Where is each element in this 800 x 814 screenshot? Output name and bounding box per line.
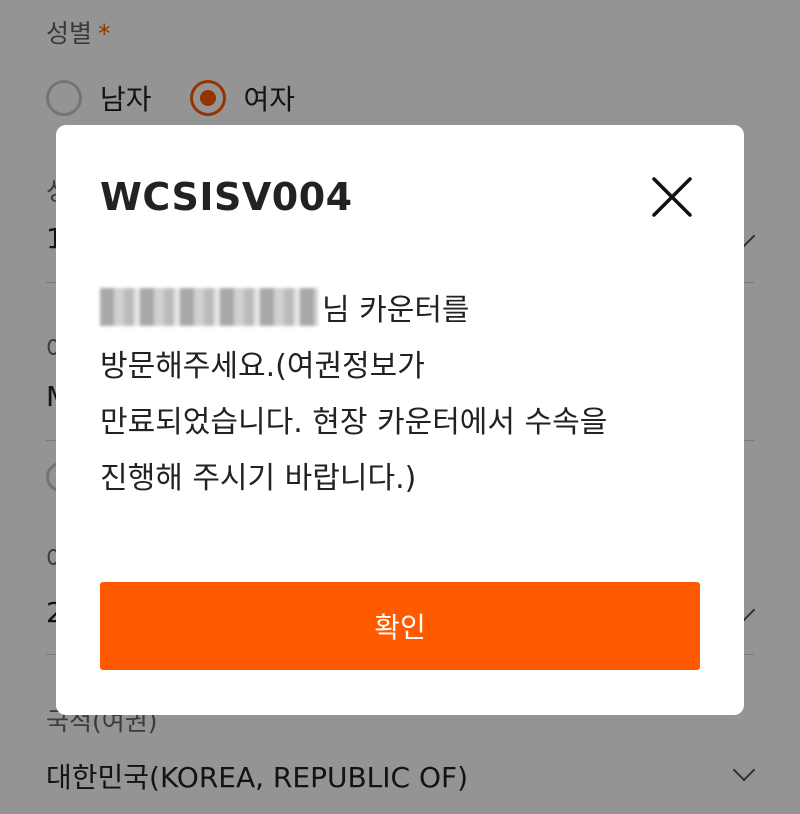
- close-button[interactable]: [648, 173, 696, 221]
- dialog-title: WCSISV004: [100, 175, 353, 219]
- dialog-message: 님 카운터를 방문해주세요.(여권정보가 만료되었습니다. 현장 카운터에서 수…: [100, 283, 710, 507]
- message-line-4: 진행해 주시기 바랍니다.): [100, 461, 417, 496]
- message-line-2: 방문해주세요.(여권정보가: [100, 349, 425, 384]
- redacted-passenger-name: [100, 288, 318, 326]
- message-line-1: 님 카운터를: [100, 283, 710, 339]
- close-icon[interactable]: [648, 173, 696, 221]
- message-line-1-text: 님 카운터를: [322, 293, 470, 328]
- confirm-button[interactable]: 확인: [100, 582, 700, 670]
- alert-dialog: WCSISV004 님 카운터를 방문해주세요.(여권정보가 만료되었습니다. …: [56, 125, 744, 715]
- message-line-3: 만료되었습니다. 현장 카운터에서 수속을: [100, 405, 608, 440]
